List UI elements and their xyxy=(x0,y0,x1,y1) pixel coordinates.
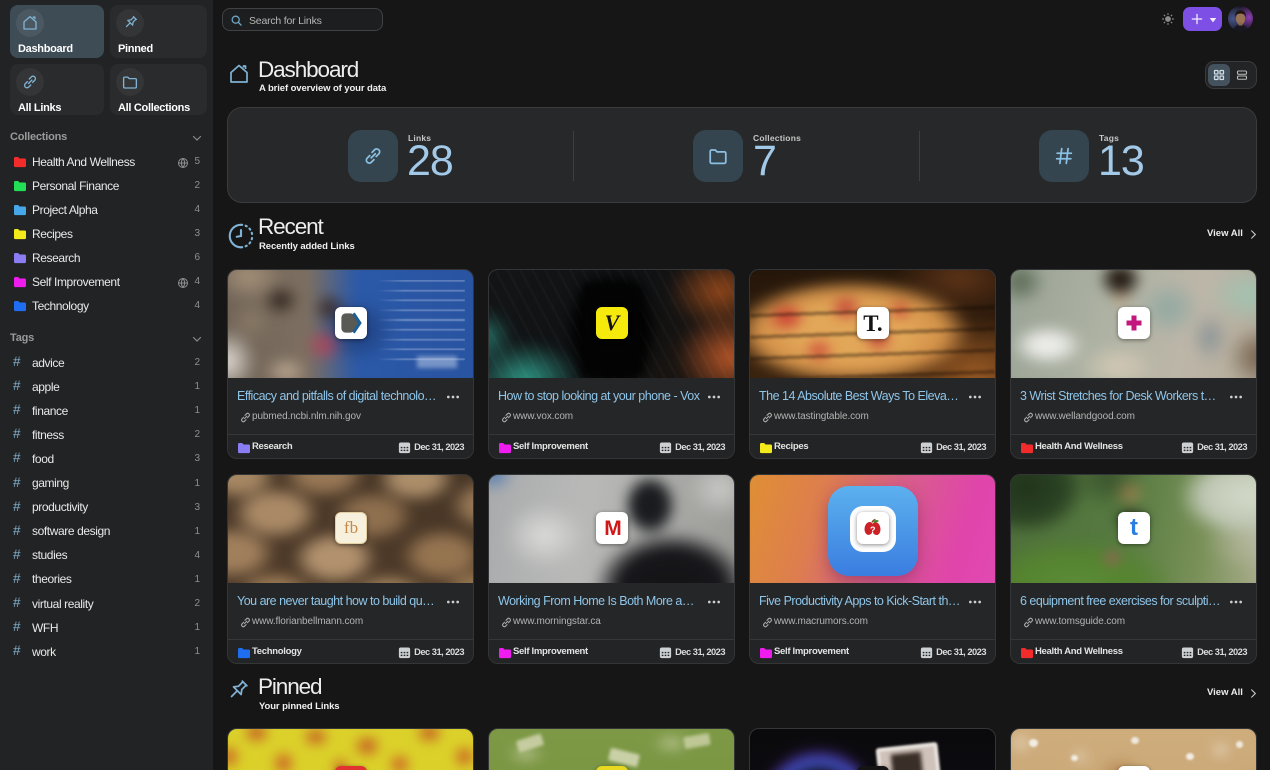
svg-text:?: ? xyxy=(870,525,876,535)
